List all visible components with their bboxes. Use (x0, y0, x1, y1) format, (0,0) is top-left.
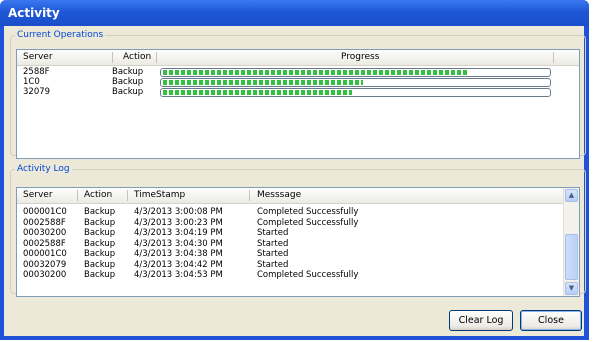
log-message: Started (257, 228, 289, 238)
operation-server: 1C0 (23, 77, 40, 87)
current-operations-list[interactable]: Server Action Progress 2588F Backup 1C0 Bac… (16, 49, 580, 159)
log-message: Completed Successfully (257, 270, 359, 280)
progress-bar (160, 88, 551, 97)
log-message: Started (257, 259, 289, 270)
column-divider[interactable] (127, 190, 128, 201)
log-row[interactable]: 00032079 Backup 4/3/2013 3:04:42 PM Started (17, 260, 579, 270)
log-action: Backup (84, 259, 116, 270)
close-button[interactable]: Close (520, 310, 582, 331)
log-timestamp: 4/3/2013 3:04:19 PM (134, 228, 223, 238)
log-row[interactable]: 00030200 Backup 4/3/2013 3:04:19 PM Started (17, 228, 579, 238)
column-header-action[interactable]: Action (84, 190, 112, 200)
vertical-scrollbar[interactable]: ▲ ▼ (563, 188, 579, 296)
column-header-message[interactable]: Messsage (257, 190, 301, 200)
operation-server: 2588F (23, 67, 50, 77)
log-action: Backup (84, 238, 116, 249)
log-row[interactable]: 0002588F Backup 4/3/2013 3:04:30 PM Started (17, 239, 579, 249)
log-message: Started (257, 238, 289, 249)
progress-bar-fill (163, 90, 352, 95)
column-header-action[interactable]: Action (123, 52, 151, 62)
column-divider[interactable] (249, 190, 250, 201)
activity-log-legend: Activity Log (17, 164, 70, 174)
window-client-area: Current Operations Server Action Progres… (4, 26, 586, 336)
operation-row[interactable]: 32079 Backup (17, 87, 579, 97)
operation-row[interactable]: 2588F Backup (17, 67, 579, 77)
log-timestamp: 4/3/2013 3:04:53 PM (134, 270, 223, 280)
activity-log-header: Server Action TimeStamp Messsage (17, 188, 579, 204)
log-action: Backup (84, 228, 116, 238)
column-header-server[interactable]: Server (23, 52, 53, 62)
progress-bar-fill (163, 80, 363, 85)
log-server: 00032079 (23, 259, 67, 270)
column-divider[interactable] (156, 52, 157, 63)
operation-action: Backup (112, 77, 144, 87)
operation-action: Backup (112, 87, 144, 97)
log-server: 0002588F (23, 238, 66, 249)
log-timestamp: 4/3/2013 3:04:42 PM (134, 259, 223, 270)
activity-log-group: Activity Log Server Action TimeStamp Mes… (10, 164, 586, 297)
log-timestamp: 4/3/2013 3:00:08 PM (134, 207, 223, 217)
log-row[interactable]: 0002588F Backup 4/3/2013 3:00:23 PM Complet… (17, 218, 579, 228)
column-divider[interactable] (553, 52, 554, 63)
log-message: Completed Successfully (257, 217, 359, 228)
log-message: Started (257, 249, 289, 259)
progress-bar-fill (163, 70, 467, 75)
log-server: 00030200 (23, 228, 67, 238)
log-server: 0002588F (23, 217, 66, 228)
log-action: Backup (84, 207, 116, 217)
operation-action: Backup (112, 67, 144, 77)
chevron-down-icon[interactable]: ▼ (565, 282, 578, 295)
log-row[interactable]: 000001C0 Backup 4/3/2013 3:04:38 PM Started (17, 249, 579, 259)
column-header-progress[interactable]: Progress (341, 52, 379, 62)
chevron-up-icon[interactable]: ▲ (565, 189, 578, 202)
activity-window: Activity Current Operations Server Actio… (0, 0, 589, 340)
activity-log-list[interactable]: Server Action TimeStamp Messsage 000001C… (16, 187, 580, 297)
progress-bar (160, 68, 551, 77)
log-row[interactable]: 00030200 Backup 4/3/2013 3:04:53 PM Complet… (17, 270, 579, 280)
title-bar[interactable]: Activity (0, 0, 589, 26)
clear-log-button[interactable]: Clear Log (449, 310, 513, 331)
column-header-timestamp[interactable]: TimeStamp (134, 190, 185, 200)
log-timestamp: 4/3/2013 3:00:23 PM (134, 217, 223, 228)
current-operations-group: Current Operations Server Action Progres… (10, 30, 586, 159)
log-message: Completed Successfully (257, 207, 359, 217)
log-action: Backup (84, 270, 116, 280)
current-operations-header: Server Action Progress (17, 50, 579, 66)
current-operations-legend: Current Operations (17, 30, 104, 40)
scrollbar-thumb[interactable] (565, 234, 578, 280)
log-action: Backup (84, 249, 116, 259)
log-server: 000001C0 (23, 249, 67, 259)
log-server: 00030200 (23, 270, 67, 280)
operation-server: 32079 (23, 87, 51, 97)
log-timestamp: 4/3/2013 3:04:38 PM (134, 249, 223, 259)
column-divider[interactable] (112, 52, 113, 63)
log-action: Backup (84, 217, 116, 228)
window-title: Activity (8, 6, 60, 20)
column-divider[interactable] (77, 190, 78, 201)
operation-row[interactable]: 1C0 Backup (17, 77, 579, 87)
log-timestamp: 4/3/2013 3:04:30 PM (134, 238, 223, 249)
column-header-server[interactable]: Server (23, 190, 53, 200)
progress-bar (160, 78, 551, 87)
log-server: 000001C0 (23, 207, 67, 217)
log-row[interactable]: 000001C0 Backup 4/3/2013 3:00:08 PM Complet… (17, 207, 579, 217)
